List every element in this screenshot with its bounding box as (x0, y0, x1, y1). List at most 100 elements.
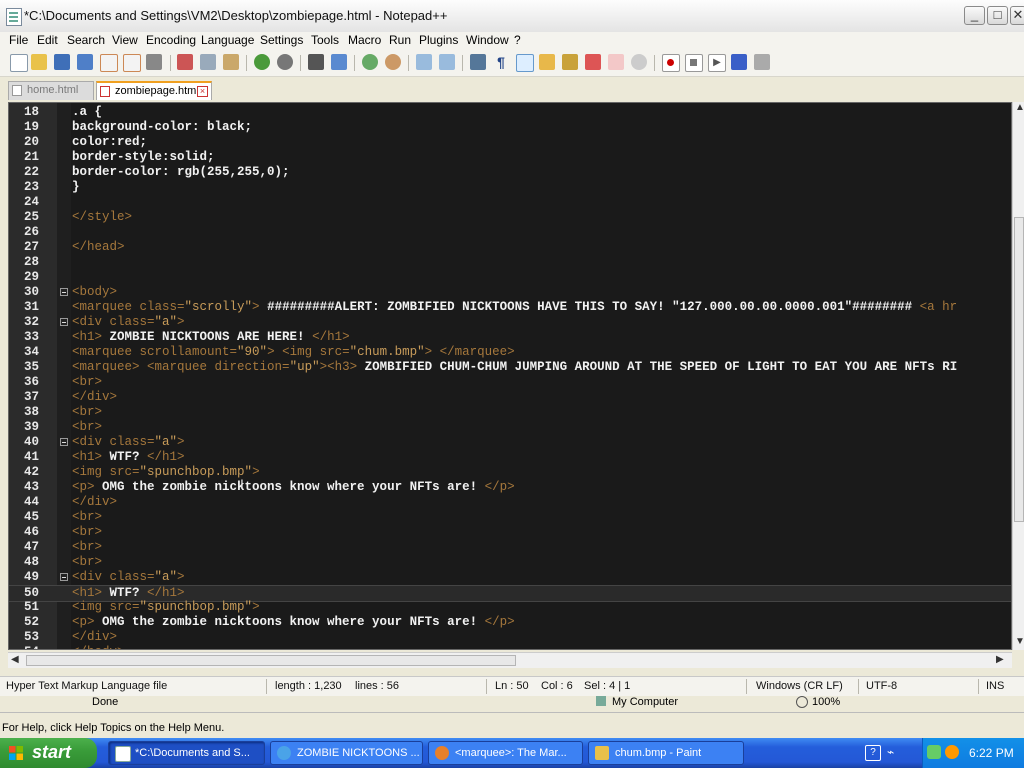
indent-guide-icon[interactable] (516, 54, 534, 72)
code-line[interactable]: 41 <h1> WTF? </h1> (9, 450, 1011, 465)
code-text[interactable]: </div> (72, 390, 117, 405)
menu-plugins[interactable]: Plugins (419, 33, 458, 47)
code-line[interactable]: 53 </div> (9, 630, 1011, 645)
menu-encoding[interactable]: Encoding (146, 33, 196, 47)
code-text[interactable]: <br> (72, 555, 102, 570)
taskbar-item-notepadpp[interactable]: *C:\Documents and S... (108, 741, 265, 765)
code-line[interactable]: 48 <br> (9, 555, 1011, 570)
fold-toggle-icon[interactable] (60, 573, 68, 581)
zoom-level[interactable]: 100% (812, 696, 840, 708)
scroll-down-icon[interactable]: ▼ (1015, 636, 1024, 647)
copy-icon[interactable] (200, 54, 216, 70)
code-line[interactable]: 27 </head> (9, 240, 1011, 255)
paste-icon[interactable] (223, 54, 239, 70)
code-line[interactable]: 37 </div> (9, 390, 1011, 405)
menu-edit[interactable]: Edit (37, 33, 58, 47)
code-editor[interactable]: 18 .a {19 background-color: black; 20 color:… (8, 102, 1012, 650)
code-text[interactable]: <marquee> <marquee direction="up"><h3> Z… (72, 360, 957, 375)
start-button[interactable]: start (0, 738, 97, 768)
zoom-in-icon[interactable] (362, 54, 378, 70)
taskbar-item-paint[interactable]: chum.bmp - Paint (588, 741, 744, 765)
fold-toggle-icon[interactable] (60, 288, 68, 296)
code-text[interactable]: border-color: rgb(255,255,0); (72, 165, 290, 180)
code-line[interactable]: 44 </div> (9, 495, 1011, 510)
function-list-icon[interactable] (585, 54, 601, 70)
code-text[interactable]: border-style:solid; (72, 150, 215, 165)
new-file-icon[interactable] (10, 54, 28, 72)
code-text[interactable]: <div class="a"> (72, 315, 185, 330)
undo-icon[interactable] (254, 54, 270, 70)
code-text[interactable]: } (72, 180, 80, 195)
code-line[interactable]: 54 </body> (9, 645, 1011, 649)
code-text[interactable]: <br> (72, 405, 102, 420)
menu-language[interactable]: Language (201, 33, 254, 47)
monitoring-icon[interactable] (631, 54, 647, 70)
code-text[interactable]: <img src="spunchbop.bmp"> (72, 465, 260, 480)
sync-horizontal-icon[interactable] (439, 54, 455, 70)
code-text[interactable]: <h1> WTF? </h1> (72, 450, 185, 465)
code-line[interactable]: 31 <marquee class="scrolly"> #########ALE… (9, 300, 1011, 315)
notepadpp-app-icon[interactable] (6, 8, 22, 26)
code-text[interactable]: color:red; (72, 135, 147, 150)
code-line[interactable]: 38 <br> (9, 405, 1011, 420)
horizontal-scrollbar[interactable]: ◀ ▶ (8, 652, 1012, 668)
code-text[interactable]: </head> (72, 240, 125, 255)
code-text[interactable]: </body> (72, 645, 125, 649)
code-text[interactable]: </div> (72, 495, 117, 510)
taskbar-item-browser[interactable]: ZOMBIE NICKTOONS ... (270, 741, 423, 765)
clock[interactable]: 6:22 PM (969, 746, 1014, 760)
code-line[interactable]: 36 <br> (9, 375, 1011, 390)
menu-window[interactable]: Window (466, 33, 509, 47)
code-line[interactable]: 42 <img src="spunchbop.bmp"> (9, 465, 1011, 480)
code-line[interactable]: 26 (9, 225, 1011, 240)
stop-record-icon[interactable] (685, 54, 703, 72)
code-line[interactable]: 19 background-color: black; (9, 120, 1011, 135)
code-text[interactable]: <br> (72, 375, 102, 390)
play-macro-icon[interactable]: ▶ (708, 54, 726, 72)
code-text[interactable]: <img src="spunchbop.bmp"> (72, 600, 260, 615)
code-line[interactable]: 39 <br> (9, 420, 1011, 435)
word-wrap-icon[interactable] (470, 54, 486, 70)
tray-network-icon[interactable] (927, 745, 941, 759)
code-text[interactable]: background-color: black; (72, 120, 252, 135)
redo-icon[interactable] (277, 54, 293, 70)
code-line[interactable]: 25 </style> (9, 210, 1011, 225)
language-bar-icon[interactable]: ⌁ (887, 745, 901, 759)
code-line[interactable]: 47 <br> (9, 540, 1011, 555)
code-line[interactable]: 45 <br> (9, 510, 1011, 525)
code-line[interactable]: 35 <marquee> <marquee direction="up"><h3>… (9, 360, 1011, 375)
code-line[interactable]: 29 (9, 270, 1011, 285)
code-line[interactable]: 24 (9, 195, 1011, 210)
code-text[interactable]: <marquee scrollamount="90"> <img src="ch… (72, 345, 515, 360)
horizontal-scroll-thumb[interactable] (26, 655, 516, 666)
help-icon[interactable]: ? (865, 745, 881, 761)
code-line[interactable]: 51 <img src="spunchbop.bmp"> (9, 600, 1011, 615)
menu-tools[interactable]: Tools (311, 33, 339, 47)
cut-icon[interactable] (177, 54, 193, 70)
code-line[interactable]: 46 <br> (9, 525, 1011, 540)
code-line[interactable]: 21 border-style:solid; (9, 150, 1011, 165)
minimize-button[interactable]: _ (964, 6, 985, 25)
code-line[interactable]: 43 <p> OMG the zombie nicktoons know wher… (9, 480, 1011, 495)
code-line[interactable]: 32 <div class="a"> (9, 315, 1011, 330)
close-window-button[interactable]: ✕ (1010, 6, 1024, 25)
code-text[interactable]: <p> OMG the zombie nicktoons know where … (72, 480, 515, 495)
fold-toggle-icon[interactable] (60, 438, 68, 446)
vertical-scrollbar[interactable]: ▲ ▼ (1012, 102, 1024, 650)
code-line[interactable]: 20 color:red; (9, 135, 1011, 150)
open-file-icon[interactable] (31, 54, 47, 70)
zoom-out-icon[interactable] (385, 54, 401, 70)
print-icon[interactable] (146, 54, 162, 70)
tab-zombiepage-html[interactable]: zombiepage.html × (96, 81, 212, 100)
fold-toggle-icon[interactable] (60, 318, 68, 326)
close-all-icon[interactable] (123, 54, 141, 72)
save-icon[interactable] (54, 54, 70, 70)
tray-search-icon[interactable] (945, 745, 959, 759)
sync-vertical-icon[interactable] (416, 54, 432, 70)
menu-macro[interactable]: Macro (348, 33, 381, 47)
code-line[interactable]: 52 <p> OMG the zombie nicktoons know wher… (9, 615, 1011, 630)
code-text[interactable]: <h1> ZOMBIE NICKTOONS ARE HERE! </h1> (72, 330, 350, 345)
close-icon[interactable] (100, 54, 118, 72)
code-line[interactable]: 18 .a { (9, 105, 1011, 120)
scroll-left-icon[interactable]: ◀ (11, 654, 19, 665)
